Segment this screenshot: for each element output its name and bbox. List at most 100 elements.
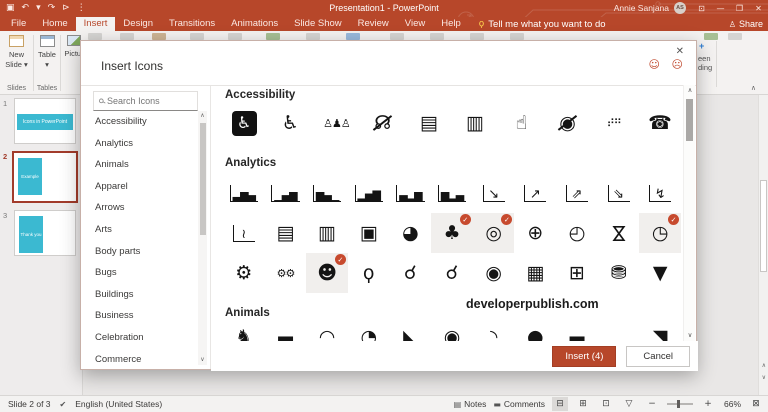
crosshair-target-icon[interactable]: ⊕ [514,213,556,253]
slide-thumbnail-1[interactable]: Icons in PowerPoint [14,98,76,144]
trend-up-arrow-icon[interactable]: ⇗ [556,173,598,213]
category-scrollbar-thumb[interactable] [200,123,206,235]
monkey-face-icon[interactable]: ◔ [348,323,390,341]
category-body-parts[interactable]: Body parts [81,241,197,263]
restore-button[interactable]: ❐ [730,0,749,17]
user-avatar[interactable]: AS [674,2,686,14]
tab-file[interactable]: File [3,17,34,31]
minimize-button[interactable]: — [711,0,730,17]
zoom-level[interactable]: 66% [723,399,741,409]
filter-funnel-icon[interactable]: ▼ [639,253,681,293]
comments-button[interactable]: ▬ Comments [493,399,545,409]
chat-message-icon[interactable]: ▥ [454,103,496,143]
category-apparel[interactable]: Apparel [81,176,197,198]
cat-icon[interactable]: ♞ [223,323,265,341]
collapse-ribbon-button[interactable]: ∧ [751,84,756,92]
category-arts[interactable]: Arts [81,219,197,241]
category-business[interactable]: Business [81,305,197,327]
table-button[interactable]: Table ▾ [34,35,60,70]
whale-icon[interactable]: ▄ [556,323,598,341]
bar-chart-falling-icon[interactable]: ▆▄▁ [306,173,348,213]
tab-home[interactable]: Home [34,17,75,31]
line-chart-down-icon[interactable]: ↘ [473,173,515,213]
people-accessibility-icon[interactable]: ♙♟♙ [315,103,357,143]
grid-scroll-up-button[interactable]: ∧ [684,85,696,96]
scatter-trend-icon[interactable]: ↯ [639,173,681,213]
presentation-column-chart-icon[interactable]: ▥ [306,213,348,253]
braille-icon[interactable]: ⠞⠛ [593,103,635,143]
search-box[interactable]: ☌ [93,91,198,111]
category-commerce[interactable]: Commerce [81,349,197,371]
close-button[interactable]: ✕ [749,0,768,17]
slideshow-button[interactable]: ▽ [621,397,637,411]
tab-review[interactable]: Review [350,17,397,31]
zoom-slider-thumb[interactable] [677,400,680,408]
previous-slide-button[interactable]: ∧ [762,362,766,369]
ribbon-display-options-button[interactable]: ⊡ [692,0,711,17]
tab-insert[interactable]: Insert [76,17,116,31]
closed-caption-icon[interactable]: ▤ [408,103,450,143]
math-operations-icon[interactable]: ▦ [514,253,556,293]
squirrel-icon[interactable]: ◥ [639,323,681,341]
feedback-smile-icon[interactable]: ☺ [649,58,660,71]
hourglass-icon[interactable]: ⋈ [598,213,640,253]
target-arrow-icon[interactable]: ◎✓ [473,213,515,253]
assistive-phone-icon[interactable]: ☎ [639,103,681,143]
category-scroll-down-button[interactable]: ∨ [198,355,207,365]
bird-icon[interactable]: ◣ [390,323,432,341]
tab-help[interactable]: Help [433,17,469,31]
reading-view-button[interactable]: ⊡ [598,397,614,411]
cancel-button[interactable]: Cancel [626,346,690,367]
feedback-frown-icon[interactable]: ☹ [672,58,683,71]
category-scroll-up-button[interactable]: ∧ [198,111,207,121]
mind-gears-icon[interactable]: ☻✓ [306,253,348,293]
slide-thumbnail-3[interactable]: Thank you [14,210,76,256]
tab-slide-show[interactable]: Slide Show [286,17,350,31]
eye-icon[interactable]: ◉ [473,253,515,293]
category-buildings[interactable]: Buildings [81,284,197,306]
slide-thumbnail-2[interactable]: Example [12,151,78,203]
deaf-ear-icon[interactable]: ☊ [362,103,404,143]
presentation-pie-chart-icon[interactable]: ▣ [348,213,390,253]
category-celebration[interactable]: Celebration [81,327,197,349]
stopwatch-icon[interactable]: ◷✓ [639,213,681,253]
normal-view-button[interactable]: ⊟ [552,397,568,411]
slide-sorter-button[interactable]: ⊞ [575,397,591,411]
trend-down-arrow-icon[interactable]: ⇘ [598,173,640,213]
share-button[interactable]: ♙ Share [729,17,763,31]
insert-button[interactable]: Insert (4) [552,346,616,367]
framed-bar-growth-icon[interactable]: ▄▂▆ [390,173,432,213]
hedgehog-icon[interactable]: ● [514,323,556,341]
snail-icon[interactable]: ◉ [431,323,473,341]
bar-chart-growth-arrow-icon[interactable]: ▂▅▇ [348,173,390,213]
notes-button[interactable]: ▤ Notes [454,399,487,409]
venn-circles-icon[interactable]: ♣✓ [431,213,473,253]
framed-bar-decline-icon[interactable]: ▆▂▄ [431,173,473,213]
category-animals[interactable]: Animals [81,154,197,176]
accessibility-sign-icon[interactable]: ♿ [223,103,265,143]
bar-chart-rising-icon[interactable]: ▁▄▆ [265,173,307,213]
language-indicator[interactable]: English (United States) [75,399,162,409]
bar-chart-icon[interactable]: ▃▆▄ [223,173,265,213]
presentation-bar-chart-icon[interactable]: ▤ [265,213,307,253]
next-slide-button[interactable]: ∨ [762,374,766,381]
table-grid-icon[interactable]: ⊞ [556,253,598,293]
pie-chart-icon[interactable]: ◕ [390,213,432,253]
grid-scroll-down-button[interactable]: ∨ [684,330,696,341]
magnifier-analysis-icon[interactable]: ☌ [431,253,473,293]
edit-scrollbar[interactable] [758,95,768,395]
magnifier-icon[interactable]: ☌ [390,253,432,293]
crocodile-icon[interactable]: ▂ [598,323,640,341]
sign-language-hand-icon[interactable]: ☝ [500,103,542,143]
tab-transitions[interactable]: Transitions [161,17,223,31]
category-bugs[interactable]: Bugs [81,262,197,284]
gears-icon[interactable]: ⚙⚙ [265,253,307,293]
tab-design[interactable]: Design [115,17,161,31]
category-arrows[interactable]: Arrows [81,197,197,219]
dialog-close-button[interactable]: ✕ [676,46,684,57]
category-accessibility[interactable]: Accessibility [81,111,197,133]
zoom-in-button[interactable]: + [700,397,716,411]
category-analytics[interactable]: Analytics [81,133,197,155]
new-slide-button[interactable]: New Slide ▾ [0,35,33,70]
spell-check-icon[interactable]: ✔ [60,400,67,409]
